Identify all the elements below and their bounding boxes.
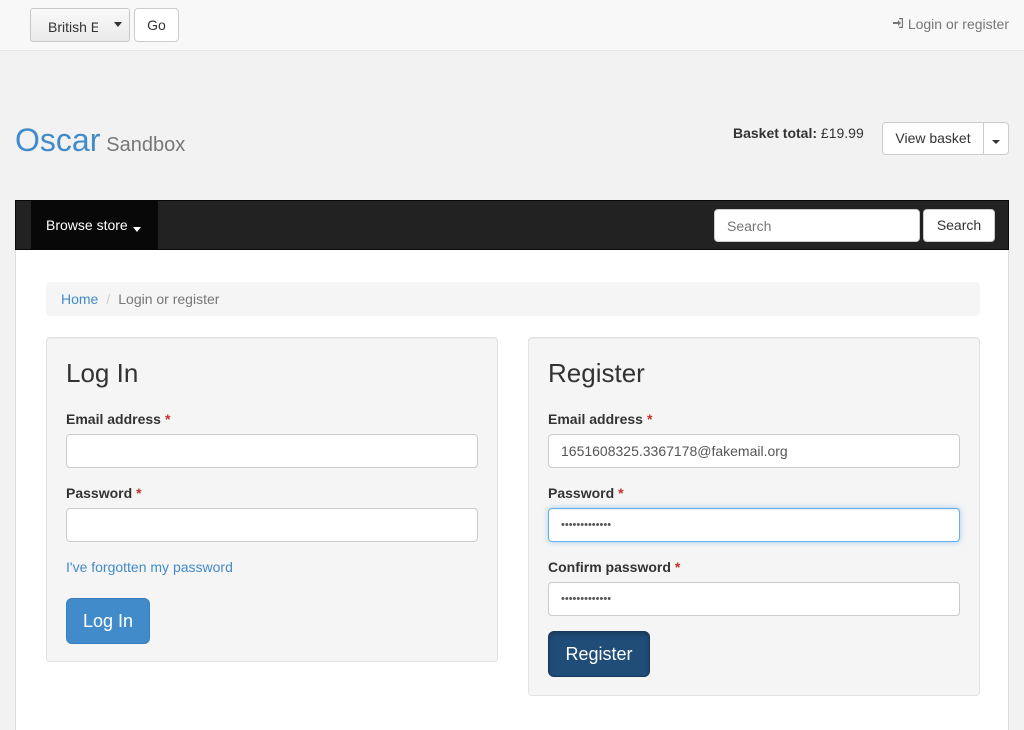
- login-email-label: Email address *: [66, 411, 171, 427]
- register-password-field[interactable]: •••••••••••••: [548, 508, 960, 542]
- required-marker: *: [618, 485, 624, 501]
- top-bar: British English Go Login or register: [0, 0, 1024, 51]
- register-email-label: Email address *: [548, 411, 653, 427]
- register-title: Register: [548, 358, 645, 388]
- login-button[interactable]: Log In: [66, 598, 150, 644]
- go-button[interactable]: Go: [134, 8, 179, 42]
- language-select[interactable]: British English: [30, 8, 130, 42]
- basket-total: Basket total: £19.99: [733, 125, 864, 141]
- browse-store-menu[interactable]: Browse store: [31, 201, 158, 250]
- required-marker: *: [136, 485, 142, 501]
- language-select-value: British English: [48, 19, 98, 35]
- register-confirm-password-label: Confirm password *: [548, 559, 681, 575]
- basket-dropdown-toggle[interactable]: [984, 122, 1009, 155]
- required-marker: *: [674, 559, 681, 575]
- view-basket-button[interactable]: View basket: [882, 122, 984, 155]
- breadcrumb-separator: /: [106, 291, 111, 307]
- page-content: Home / Login or register Log In Email addr…: [15, 250, 1009, 730]
- brand-logo[interactable]: Oscar Sandbox: [15, 122, 185, 159]
- basket-total-label: Basket total:: [733, 125, 818, 141]
- chevron-down-icon: [132, 227, 141, 232]
- login-panel: Log In Email address * Password * I've for…: [46, 337, 498, 662]
- brand-tagline: Sandbox: [106, 134, 186, 156]
- basket-button-group: View basket: [882, 122, 1009, 155]
- chevron-down-icon: [114, 22, 122, 27]
- breadcrumb: Home / Login or register: [46, 282, 980, 316]
- register-panel: Register Email address * 1651608325.33671…: [528, 337, 980, 696]
- chevron-down-icon: [992, 140, 1000, 144]
- login-title: Log In: [66, 358, 139, 388]
- login-email-field[interactable]: [66, 434, 478, 468]
- required-marker: *: [646, 411, 653, 427]
- search-input[interactable]: [714, 209, 920, 242]
- register-email-field[interactable]: 1651608325.3367178@fakemail.org: [548, 434, 960, 468]
- brand-name: Oscar: [15, 122, 101, 158]
- basket-total-value: £19.99: [820, 125, 864, 141]
- register-password-label: Password *: [548, 485, 624, 501]
- sign-in-icon: [892, 16, 905, 32]
- browse-store-label: Browse store: [46, 217, 128, 233]
- breadcrumb-home-link[interactable]: Home: [61, 291, 98, 307]
- breadcrumb-current: Login or register: [118, 291, 220, 307]
- login-password-field[interactable]: [66, 508, 478, 542]
- login-link-label: Login or register: [907, 16, 1009, 32]
- login-or-register-link[interactable]: Login or register: [892, 16, 1009, 32]
- main-navbar: Browse store Search: [15, 200, 1009, 250]
- forgot-password-link[interactable]: I've forgotten my password: [66, 559, 233, 575]
- search-button[interactable]: Search: [923, 209, 995, 242]
- register-confirm-password-field[interactable]: •••••••••••••: [548, 582, 960, 616]
- register-button[interactable]: Register: [548, 631, 650, 677]
- required-marker: *: [164, 411, 171, 427]
- login-password-label: Password *: [66, 485, 142, 501]
